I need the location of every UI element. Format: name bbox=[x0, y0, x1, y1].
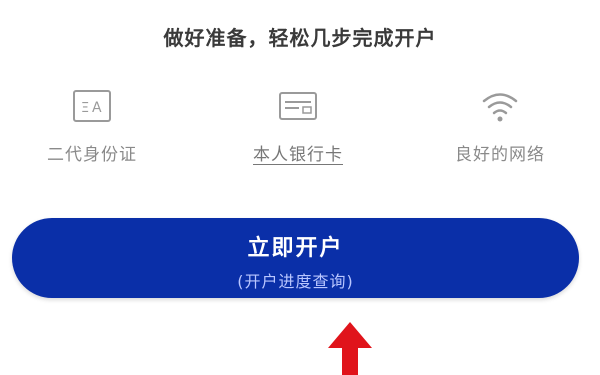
requirement-bank-card[interactable]: 本人银行卡 bbox=[228, 88, 368, 165]
id-card-icon: Ξ A bbox=[73, 90, 111, 122]
page-title: 做好准备，轻松几步完成开户 bbox=[163, 26, 437, 50]
svg-text:A: A bbox=[92, 100, 102, 116]
requirement-id-card: Ξ A 二代身份证 bbox=[22, 88, 162, 165]
requirement-label: 二代身份证 bbox=[47, 145, 137, 165]
arrow-up-icon bbox=[328, 322, 372, 375]
wifi-icon bbox=[482, 93, 518, 122]
requirement-label: 良好的网络 bbox=[455, 145, 545, 165]
account-opening-panel: 做好准备，轻松几步完成开户 Ξ A 二代身份证 本人银行卡 良好的网络 立即开户… bbox=[0, 0, 600, 375]
requirement-network: 良好的网络 bbox=[430, 88, 570, 165]
requirement-link[interactable]: 本人银行卡 bbox=[253, 140, 343, 165]
bank-card-icon bbox=[279, 92, 317, 120]
open-account-button[interactable]: 立即开户 (开户进度查询) bbox=[12, 218, 579, 298]
requirements-row: Ξ A 二代身份证 本人银行卡 良好的网络 bbox=[0, 88, 600, 178]
svg-text:Ξ: Ξ bbox=[81, 101, 89, 116]
progress-query-label: (开户进度查询) bbox=[237, 272, 354, 291]
open-account-label: 立即开户 bbox=[247, 236, 344, 261]
